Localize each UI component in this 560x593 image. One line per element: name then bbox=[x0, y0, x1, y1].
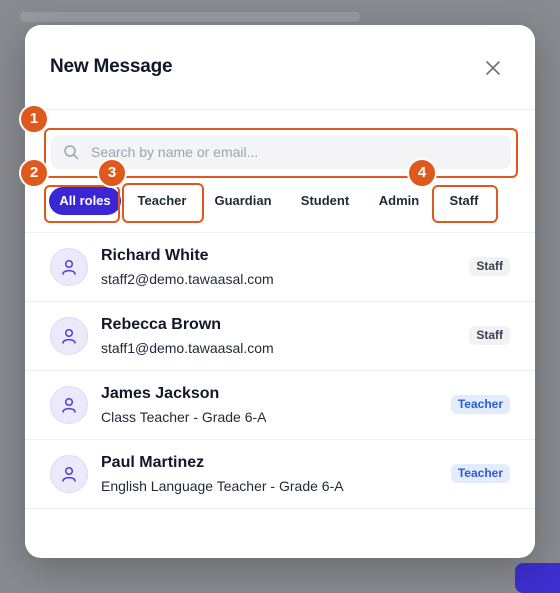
close-icon bbox=[486, 61, 500, 75]
annotation-box-staff bbox=[432, 185, 498, 223]
contact-name: Richard White bbox=[101, 247, 209, 264]
contact-row[interactable]: Richard White staff2@demo.tawaasal.com S… bbox=[25, 233, 535, 302]
annotation-box-teacher bbox=[122, 183, 204, 223]
annotation-marker-4: 4 bbox=[407, 158, 437, 188]
close-button[interactable] bbox=[480, 55, 506, 81]
avatar bbox=[50, 455, 88, 493]
background-page-line bbox=[20, 12, 360, 22]
contact-name: Rebecca Brown bbox=[101, 316, 222, 333]
new-message-modal: New Message All roles Teacher Guardian S… bbox=[25, 25, 535, 558]
contact-list: Richard White staff2@demo.tawaasal.com S… bbox=[25, 232, 535, 509]
user-icon bbox=[62, 328, 76, 344]
filter-admin[interactable]: Admin bbox=[371, 187, 427, 215]
user-icon bbox=[62, 397, 76, 413]
role-badge: Staff bbox=[469, 257, 510, 276]
avatar bbox=[50, 317, 88, 355]
annotation-marker-2: 2 bbox=[19, 158, 49, 188]
role-badge: Staff bbox=[469, 326, 510, 345]
contact-detail: staff1@demo.tawaasal.com bbox=[101, 340, 274, 356]
avatar bbox=[50, 248, 88, 286]
contact-row[interactable]: Paul Martinez English Language Teacher -… bbox=[25, 440, 535, 509]
user-icon bbox=[62, 466, 76, 482]
contact-detail: Class Teacher - Grade 6-A bbox=[101, 409, 267, 425]
annotation-marker-3: 3 bbox=[97, 158, 127, 188]
role-badge: Teacher bbox=[450, 395, 510, 414]
contact-row[interactable]: James Jackson Class Teacher - Grade 6-A … bbox=[25, 371, 535, 440]
background-page-button bbox=[515, 563, 560, 593]
contact-detail: English Language Teacher - Grade 6-A bbox=[101, 478, 344, 494]
modal-header: New Message bbox=[25, 25, 535, 110]
contact-name: Paul Martinez bbox=[101, 454, 205, 471]
user-icon bbox=[62, 259, 76, 275]
annotation-box-all-roles bbox=[44, 185, 120, 223]
contact-name: James Jackson bbox=[101, 385, 220, 402]
avatar bbox=[50, 386, 88, 424]
contact-detail: staff2@demo.tawaasal.com bbox=[101, 271, 274, 287]
role-badge: Teacher bbox=[450, 464, 510, 483]
filter-student[interactable]: Student bbox=[291, 187, 359, 215]
modal-title: New Message bbox=[50, 56, 173, 77]
annotation-marker-1: 1 bbox=[19, 104, 49, 134]
contact-row[interactable]: Rebecca Brown staff1@demo.tawaasal.com S… bbox=[25, 302, 535, 371]
filter-guardian[interactable]: Guardian bbox=[207, 187, 279, 215]
